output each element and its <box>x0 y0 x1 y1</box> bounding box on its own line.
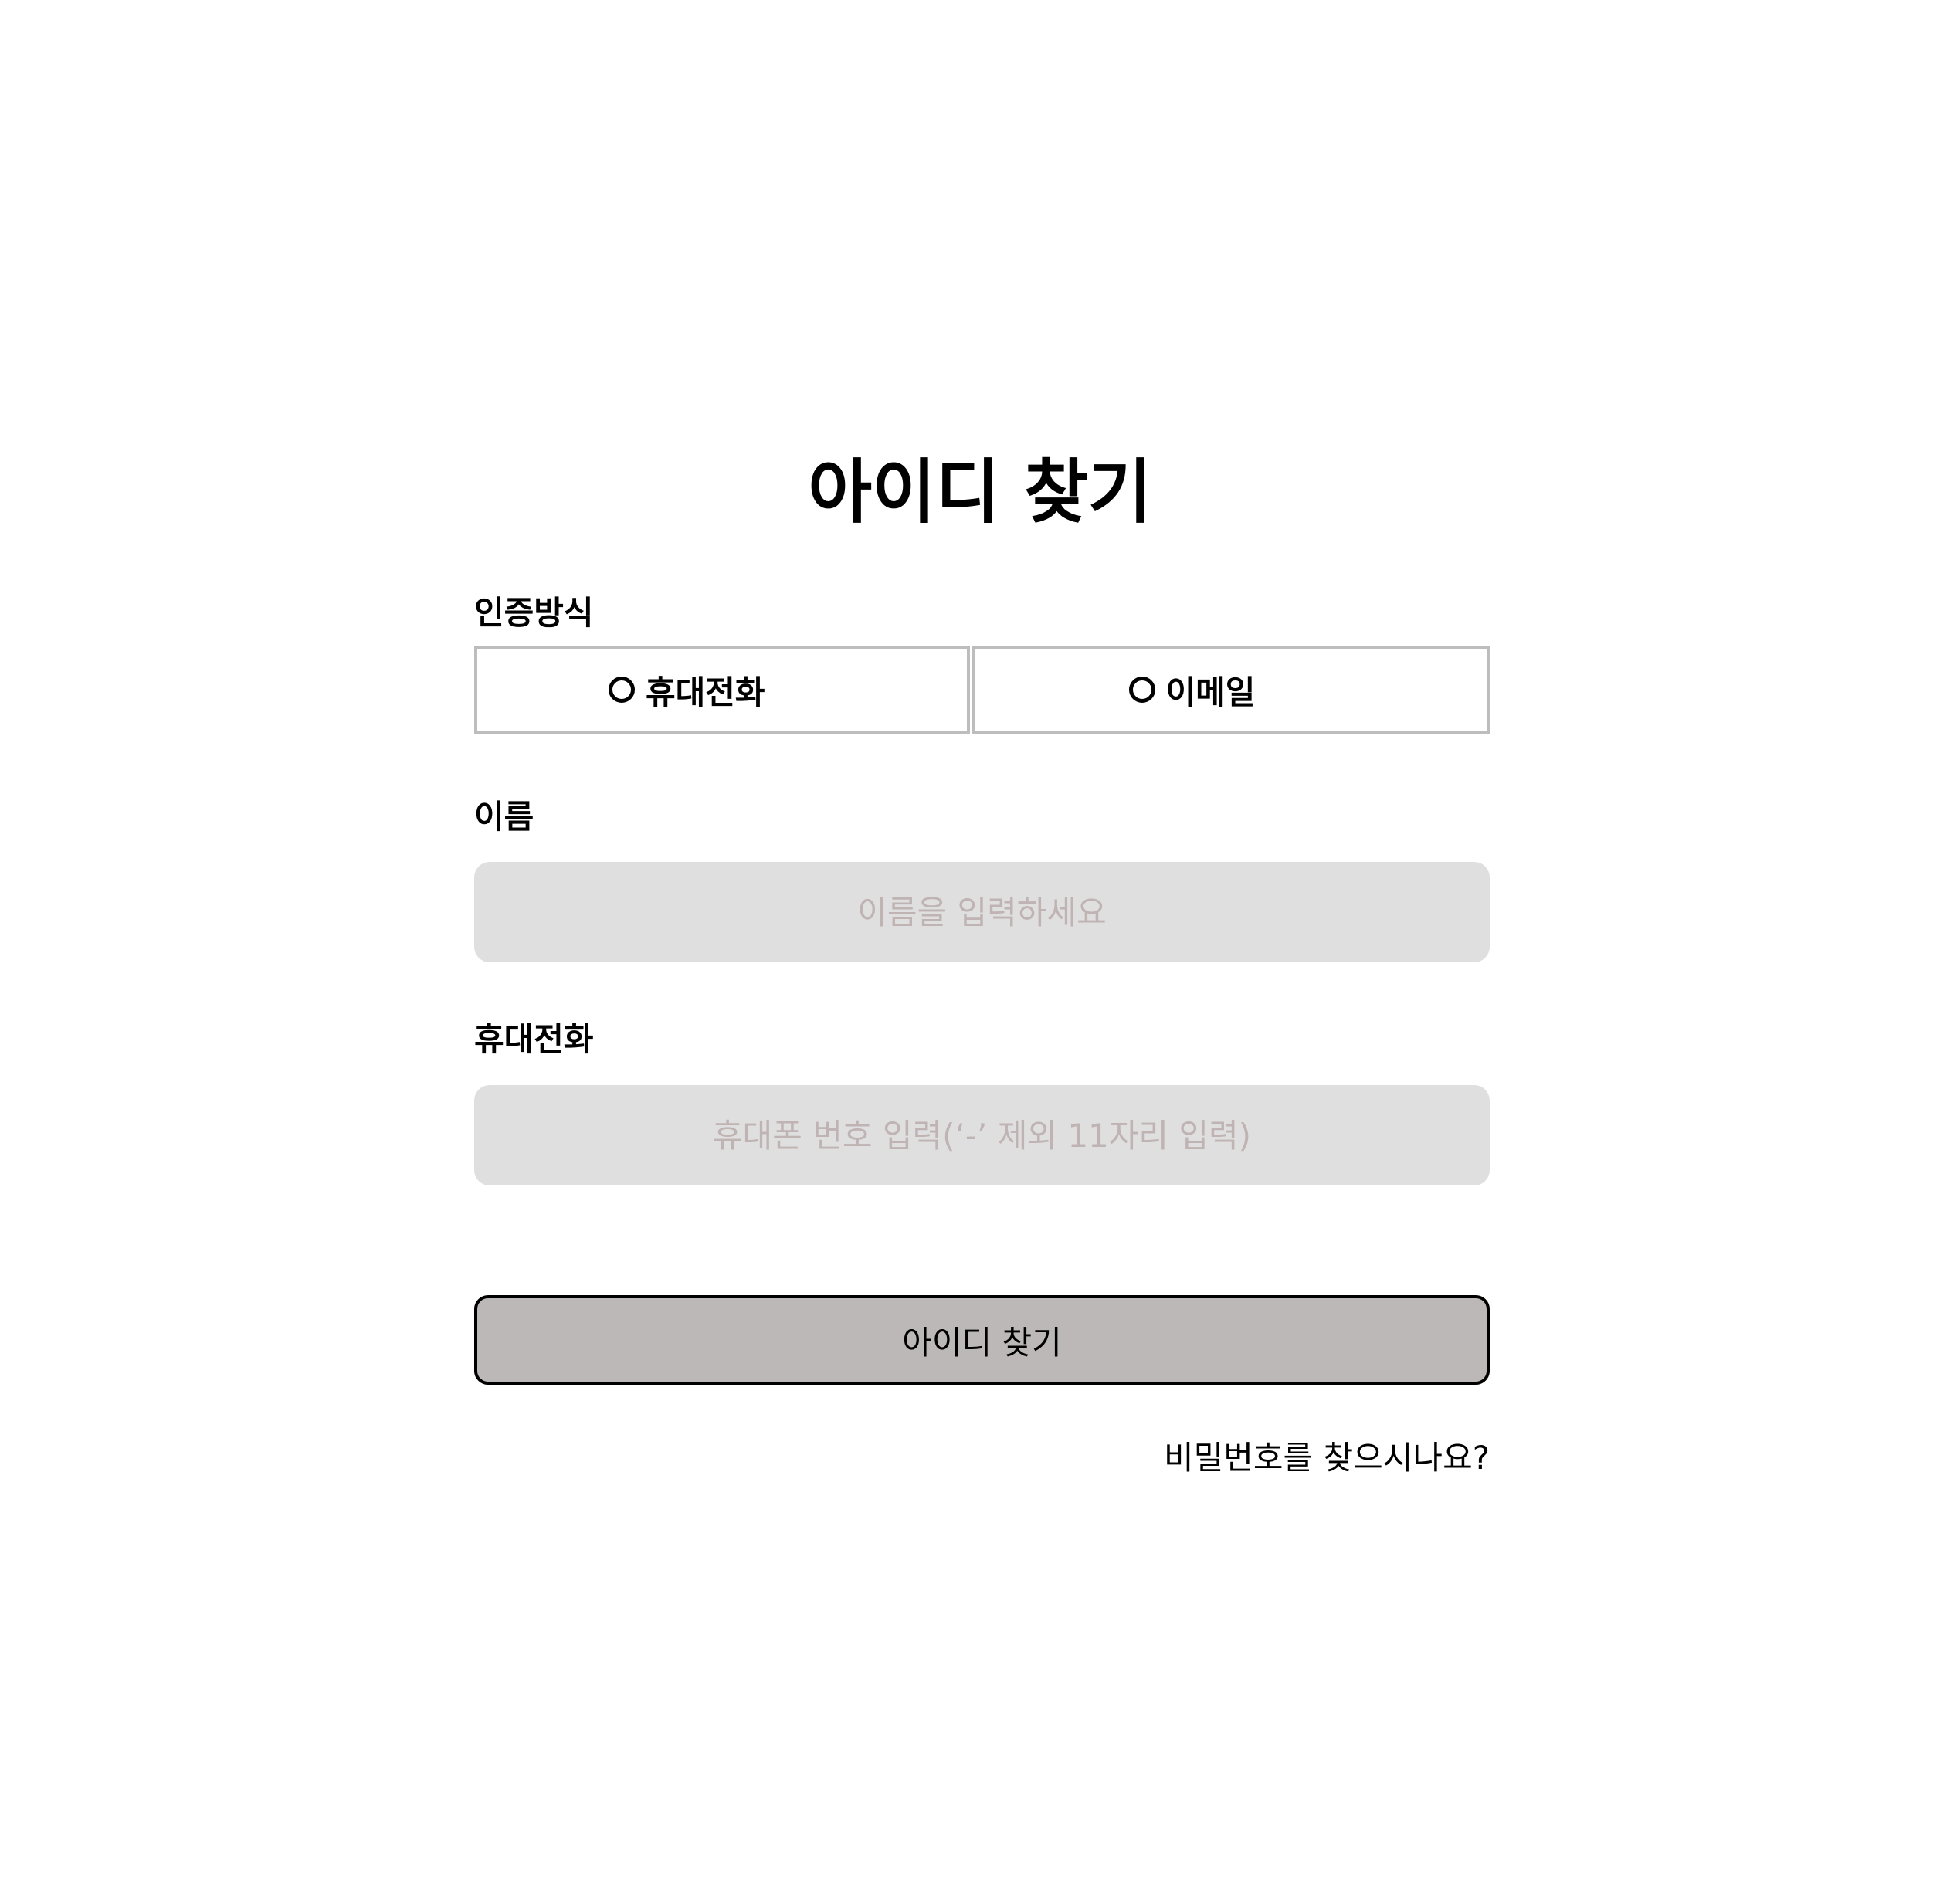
auth-option-email[interactable]: 이메일 <box>971 646 1490 734</box>
auth-option-email-label: 이메일 <box>1165 673 1256 711</box>
auth-method-group: 휴대전화 이메일 <box>474 646 1490 734</box>
auth-option-phone[interactable]: 휴대전화 <box>474 646 970 734</box>
name-input[interactable] <box>474 862 1490 962</box>
name-label: 이름 <box>474 798 534 836</box>
find-id-button[interactable]: 아이디 찾기 <box>474 1295 1490 1385</box>
find-password-link[interactable]: 비밀번호를 찾으시나요? <box>1164 1435 1490 1481</box>
page-title: 아이디 찾기 <box>808 452 1152 533</box>
auth-method-label: 인증방식 <box>474 594 594 632</box>
phone-label: 휴대전화 <box>474 1020 594 1058</box>
radio-circle-icon[interactable] <box>609 677 635 703</box>
phone-input[interactable] <box>474 1085 1490 1185</box>
radio-circle-icon[interactable] <box>1128 677 1155 703</box>
auth-option-phone-label: 휴대전화 <box>646 673 765 711</box>
